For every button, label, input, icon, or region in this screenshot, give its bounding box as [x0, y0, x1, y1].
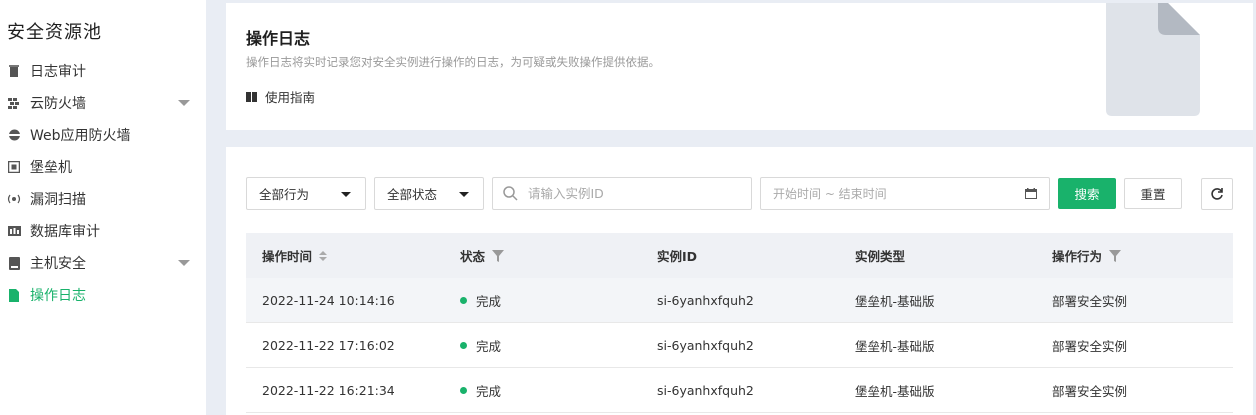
log-audit-icon [6, 64, 22, 78]
sidebar-item-cloud-firewall[interactable]: 云防火墙 [0, 87, 206, 119]
status-filter-value: 全部状态 [387, 187, 438, 202]
column-header-status[interactable]: 状态 [460, 246, 505, 265]
usage-guide-label: 使用指南 [265, 90, 316, 105]
sidebar-item-label: 主机安全 [30, 256, 86, 272]
book-icon [246, 91, 257, 102]
document-icon [6, 288, 22, 302]
instance-search-box[interactable] [492, 177, 752, 210]
action-filter-select[interactable]: 全部行为 [246, 177, 366, 210]
column-header-instance-type: 实例类型 [855, 249, 906, 264]
cell-instance-type: 堡垒机-基础版 [855, 293, 935, 309]
sidebar-item-bastion[interactable]: 堡垒机 [0, 151, 206, 183]
column-header-instance-id: 实例ID [657, 249, 698, 264]
caret-down-icon [459, 192, 469, 197]
sidebar: 安全资源池 日志审计 云防火墙 Web应用防火墙 堡垒机 漏洞扫描 数据库审计 … [0, 0, 206, 415]
filter-icon[interactable] [1109, 249, 1122, 262]
sidebar-item-label: Web应用防火墙 [30, 128, 131, 144]
cell-time: 2022-11-22 17:16:02 [262, 337, 395, 353]
cell-instance-id: si-6yanhxfquh2 [657, 292, 754, 308]
sidebar-item-label: 漏洞扫描 [30, 192, 86, 208]
cell-instance-id: si-6yanhxfquh2 [657, 382, 754, 398]
database-audit-icon [6, 226, 22, 236]
cell-status: 完成 [460, 336, 501, 355]
sidebar-item-operation-log[interactable]: 操作日志 [0, 279, 206, 311]
calendar-icon [1025, 188, 1037, 202]
action-filter-value: 全部行为 [259, 187, 310, 202]
web-firewall-icon [6, 129, 22, 141]
cell-action: 部署安全实例 [1052, 383, 1128, 399]
instance-id-input[interactable] [528, 186, 728, 201]
search-icon [503, 186, 518, 201]
caret-down-icon [341, 192, 351, 197]
sidebar-item-vuln-scan[interactable]: 漏洞扫描 [0, 183, 206, 215]
cell-time: 2022-11-22 16:21:34 [262, 382, 395, 398]
column-header-time[interactable]: 操作时间 [262, 246, 328, 265]
sidebar-title: 安全资源池 [7, 22, 102, 43]
sidebar-item-web-firewall[interactable]: Web应用防火墙 [0, 119, 206, 151]
status-dot-icon [460, 386, 467, 394]
cell-action: 部署安全实例 [1052, 293, 1128, 309]
chevron-down-icon[interactable] [178, 100, 190, 106]
cell-instance-id: si-6yanhxfquh2 [657, 337, 754, 353]
status-dot-icon [460, 341, 467, 349]
cell-status: 完成 [460, 381, 501, 400]
filter-icon[interactable] [492, 249, 505, 262]
host-security-icon [6, 256, 22, 270]
date-range-picker[interactable]: 开始时间 ~ 结束时间 [760, 177, 1050, 210]
date-range-placeholder: 开始时间 ~ 结束时间 [773, 187, 887, 201]
status-dot-icon [460, 296, 467, 304]
cell-status: 完成 [460, 291, 501, 310]
refresh-button[interactable] [1201, 178, 1233, 210]
cell-instance-type: 堡垒机-基础版 [855, 383, 935, 399]
page-title: 操作日志 [246, 29, 311, 48]
page-description: 操作日志将实时记录您对安全实例进行操作的日志，为可疑或失败操作提供依据。 [246, 55, 660, 69]
sort-icon[interactable] [319, 250, 328, 261]
document-illustration-icon [1106, 3, 1201, 122]
cell-action: 部署安全实例 [1052, 338, 1128, 354]
table-row[interactable]: 2022-11-24 10:14:16 完成 si-6yanhxfquh2 堡垒… [246, 278, 1233, 323]
bastion-icon [6, 161, 22, 173]
info-card: 操作日志 操作日志将实时记录您对安全实例进行操作的日志，为可疑或失败操作提供依据… [226, 3, 1253, 130]
refresh-icon [1210, 187, 1224, 201]
reset-button[interactable]: 重置 [1124, 178, 1182, 209]
status-filter-select[interactable]: 全部状态 [374, 177, 484, 210]
table-row[interactable]: 2022-11-22 16:21:34 完成 si-6yanhxfquh2 堡垒… [246, 368, 1233, 413]
chevron-down-icon[interactable] [178, 260, 190, 266]
sidebar-item-label: 数据库审计 [30, 224, 100, 240]
operation-log-table: 操作时间 状态 实例ID 实例类型 操作行为 2022-11-24 10:14:… [246, 233, 1233, 413]
sidebar-item-label: 操作日志 [30, 288, 86, 304]
main-card: 全部行为 全部状态 开始时间 ~ 结束时间 搜索 重置 操作时间 [226, 147, 1253, 415]
firewall-icon [6, 97, 22, 109]
table-header: 操作时间 状态 实例ID 实例类型 操作行为 [246, 233, 1233, 278]
cell-time: 2022-11-24 10:14:16 [262, 292, 395, 308]
sidebar-item-label: 日志审计 [30, 64, 86, 80]
sidebar-item-log-audit[interactable]: 日志审计 [0, 55, 206, 87]
sidebar-item-label: 云防火墙 [30, 96, 86, 112]
sidebar-item-db-audit[interactable]: 数据库审计 [0, 215, 206, 247]
usage-guide-link[interactable]: 使用指南 [246, 87, 315, 106]
search-button[interactable]: 搜索 [1058, 178, 1116, 209]
column-header-action[interactable]: 操作行为 [1052, 246, 1122, 265]
sidebar-item-label: 堡垒机 [30, 160, 72, 176]
sidebar-item-host-security[interactable]: 主机安全 [0, 247, 206, 279]
scan-icon [6, 194, 22, 204]
table-row[interactable]: 2022-11-22 17:16:02 完成 si-6yanhxfquh2 堡垒… [246, 323, 1233, 368]
cell-instance-type: 堡垒机-基础版 [855, 338, 935, 354]
